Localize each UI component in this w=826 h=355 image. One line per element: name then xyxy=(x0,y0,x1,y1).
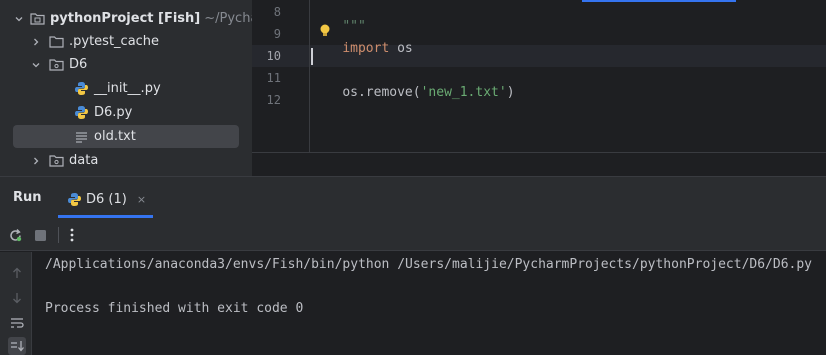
tree-item-label: D6.py xyxy=(94,105,133,120)
folder-icon xyxy=(48,34,64,50)
chevron-down-icon[interactable] xyxy=(14,13,24,25)
toolbar-divider xyxy=(58,227,59,243)
identifier-token: os xyxy=(389,41,413,56)
run-tool-window: Run D6 (1) × /Applications/anaconda3/env… xyxy=(0,176,826,355)
tree-item-init-py[interactable]: __init__.py xyxy=(55,77,239,100)
python-file-icon xyxy=(73,81,89,97)
python-file-icon xyxy=(73,105,89,121)
tree-item-project-root[interactable]: pythonProject [Fish] ~/Pycharm xyxy=(14,7,276,30)
lightbulb-icon[interactable] xyxy=(318,22,332,36)
soft-wrap-icon[interactable] xyxy=(8,314,26,332)
tree-item-label: .pytest_cache xyxy=(69,34,160,49)
keyword-token: import xyxy=(342,41,390,56)
run-header: Run D6 (1) × xyxy=(0,177,826,219)
tree-item-label: D6 xyxy=(69,57,88,72)
arrow-down-icon[interactable] xyxy=(8,289,26,307)
tree-item-label: data xyxy=(69,153,99,168)
console-side-toolbar xyxy=(0,252,32,355)
chevron-right-icon[interactable] xyxy=(30,155,42,167)
rerun-icon[interactable] xyxy=(7,227,23,243)
run-panel-title: Run xyxy=(13,190,42,205)
console-exit-message: Process finished with exit code 0 xyxy=(45,301,304,316)
line-number: 12 xyxy=(266,93,281,107)
arrow-up-icon[interactable] xyxy=(8,264,26,282)
editor-tab-indicator xyxy=(582,0,736,2)
string-token: 'new_1.txt' xyxy=(420,85,507,100)
tree-item-old-txt[interactable]: old.txt xyxy=(13,125,239,148)
package-folder-icon xyxy=(48,153,64,169)
folder-icon xyxy=(30,11,45,27)
text-file-icon xyxy=(73,129,89,145)
console-command-line: /Applications/anaconda3/envs/Fish/bin/py… xyxy=(45,257,813,272)
code-line-11[interactable]: os.remove('new_1.txt') xyxy=(311,70,515,115)
tree-item-pytest-cache[interactable]: .pytest_cache xyxy=(30,30,239,53)
tree-item-label: __init__.py xyxy=(94,81,161,96)
line-number: 9 xyxy=(273,27,281,41)
project-tree: pythonProject [Fish] ~/Pycharm .pytest_c… xyxy=(0,0,276,176)
editor-bottom-bar xyxy=(252,152,826,176)
function-call-token: os.remove( xyxy=(342,85,421,100)
run-toolbar xyxy=(0,219,826,251)
tree-item-data[interactable]: data xyxy=(30,149,239,172)
scroll-to-end-icon[interactable] xyxy=(8,337,26,355)
project-name: pythonProject [Fish] xyxy=(50,11,201,26)
tree-item-d6[interactable]: D6 xyxy=(30,53,239,76)
code-editor[interactable]: 8 9 10 11 12 """ import os os.remove('ne… xyxy=(252,0,826,176)
run-tab-label: D6 (1) xyxy=(86,191,127,207)
active-tab-indicator xyxy=(58,215,153,218)
stop-icon[interactable] xyxy=(32,227,48,243)
chevron-down-icon[interactable] xyxy=(30,59,42,71)
paren-token: ) xyxy=(506,85,515,100)
line-number: 10 xyxy=(266,49,281,63)
line-number-gutter: 8 9 10 11 12 xyxy=(252,0,310,152)
text-caret xyxy=(311,48,313,65)
close-icon[interactable]: × xyxy=(137,193,146,206)
more-vertical-icon[interactable] xyxy=(64,227,80,243)
run-tab-d6[interactable]: D6 (1) × xyxy=(58,183,153,215)
line-number: 11 xyxy=(266,71,281,85)
tree-item-label: old.txt xyxy=(94,129,136,144)
chevron-right-icon[interactable] xyxy=(30,36,42,48)
python-file-icon xyxy=(66,191,82,207)
tree-item-d6-py[interactable]: D6.py xyxy=(55,101,239,124)
package-folder-icon xyxy=(48,57,64,73)
line-number: 8 xyxy=(273,5,281,19)
